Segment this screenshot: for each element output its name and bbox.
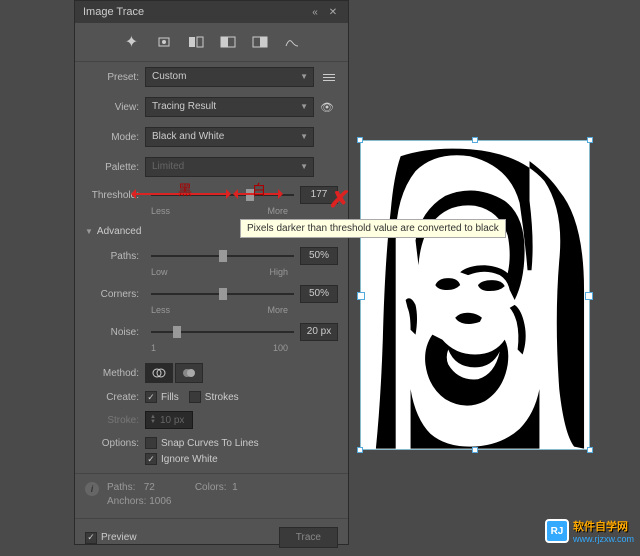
bw-icon[interactable]: [250, 33, 270, 51]
artboard[interactable]: [360, 140, 590, 450]
mode-label: Mode:: [85, 132, 145, 143]
create-label: Create:: [85, 392, 145, 403]
options-label: Options:: [85, 438, 145, 449]
ignore-label: Ignore White: [161, 454, 218, 465]
corners-label: Corners:: [85, 289, 145, 300]
stroke-value: ▲▼10 px: [145, 411, 193, 429]
paths-slider[interactable]: [151, 255, 294, 257]
info-icon: i: [85, 482, 99, 496]
panel-title: Image Trace: [83, 6, 308, 18]
corners-value[interactable]: 50%: [300, 285, 338, 303]
eye-icon[interactable]: 👁: [320, 101, 338, 114]
strokes-label: Strokes: [205, 392, 239, 403]
noise-value[interactable]: 20 px: [300, 323, 338, 341]
ignore-checkbox[interactable]: ✓: [145, 453, 157, 465]
fills-label: Fills: [161, 392, 179, 403]
noise-label: Noise:: [85, 327, 145, 338]
threshold-tooltip: Pixels darker than threshold value are c…: [240, 219, 506, 238]
view-label: View:: [85, 102, 145, 113]
corners-slider[interactable]: [151, 293, 294, 295]
palette-select: Limited: [145, 157, 314, 177]
info-row: i Paths: 72Colors: 1 Anchors: 1006: [75, 473, 348, 518]
resize-handle[interactable]: [472, 137, 478, 143]
method-abutting[interactable]: [145, 363, 173, 383]
resize-handle[interactable]: [472, 447, 478, 453]
strokes-checkbox[interactable]: [189, 391, 201, 403]
image-trace-panel: Image Trace « ✕ ✦ Preset: Custom View: T…: [74, 0, 349, 545]
method-label: Method:: [85, 368, 145, 379]
auto-color-icon[interactable]: ✦: [122, 33, 142, 51]
paths-label: Paths:: [85, 251, 145, 262]
close-icon[interactable]: ✕: [326, 5, 340, 19]
paths-value[interactable]: 50%: [300, 247, 338, 265]
grayscale-icon[interactable]: [218, 33, 238, 51]
snap-label: Snap Curves To Lines: [161, 438, 259, 449]
outline-icon[interactable]: [282, 33, 302, 51]
stroke-label: Stroke:: [85, 415, 145, 426]
watermark-url: www.rjzxw.com: [573, 534, 634, 544]
snap-checkbox[interactable]: [145, 437, 157, 449]
watermark-text: 软件自学网: [573, 518, 634, 534]
view-select[interactable]: Tracing Result: [145, 97, 314, 117]
resize-handle[interactable]: [587, 137, 593, 143]
preview-checkbox[interactable]: ✓: [85, 532, 97, 544]
watermark: RJ 软件自学网 www.rjzxw.com: [545, 518, 634, 544]
watermark-logo: RJ: [545, 519, 569, 543]
method-overlapping[interactable]: [175, 363, 203, 383]
preset-icons-row: ✦: [75, 23, 348, 62]
palette-label: Palette:: [85, 162, 145, 173]
mode-select[interactable]: Black and White: [145, 127, 314, 147]
preset-select[interactable]: Custom: [145, 67, 314, 87]
resize-handle[interactable]: [587, 447, 593, 453]
annotation-x: ✗: [328, 186, 351, 212]
resize-handle[interactable]: [357, 137, 363, 143]
low-color-icon[interactable]: [186, 33, 206, 51]
noise-slider[interactable]: [151, 331, 294, 333]
resize-handle[interactable]: [357, 447, 363, 453]
fills-checkbox[interactable]: ✓: [145, 391, 157, 403]
preset-menu-icon[interactable]: [320, 74, 338, 81]
high-color-icon[interactable]: [154, 33, 174, 51]
preview-label: Preview: [101, 532, 137, 543]
annotation-black: 黑: [178, 180, 192, 200]
annotation-white: 白: [252, 180, 266, 200]
panel-header: Image Trace « ✕: [75, 1, 348, 23]
threshold-label: Threshold:: [85, 190, 145, 201]
trace-button[interactable]: Trace: [279, 527, 338, 548]
minimize-icon[interactable]: «: [308, 5, 322, 19]
traced-image: [361, 141, 589, 449]
preset-label: Preset:: [85, 72, 145, 83]
